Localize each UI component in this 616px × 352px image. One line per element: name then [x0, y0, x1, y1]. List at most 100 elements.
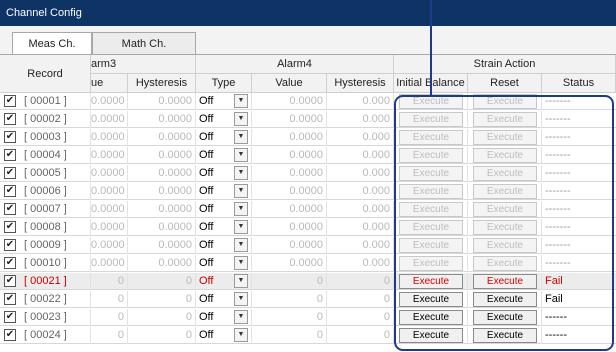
alarm4-hysteresis[interactable]: 0.000 — [327, 255, 394, 272]
alarm4-value[interactable]: 0 — [252, 291, 327, 308]
alarm3-value[interactable]: 0.0000 — [91, 237, 128, 254]
alarm3-hysteresis[interactable]: 0.0000 — [128, 111, 196, 128]
alarm3-hysteresis[interactable]: 0 — [128, 291, 196, 308]
initial-balance-execute-button[interactable]: Execute — [399, 148, 463, 163]
alarm3-hysteresis[interactable]: 0.0000 — [128, 201, 196, 218]
alarm4-hysteresis[interactable]: 0.000 — [327, 93, 394, 110]
record-checkbox[interactable]: ✔ — [4, 275, 16, 287]
alarm3-hysteresis[interactable]: 0.0000 — [128, 93, 196, 110]
record-checkbox[interactable]: ✔ — [4, 113, 16, 125]
record-checkbox[interactable]: ✔ — [4, 203, 16, 215]
alarm3-hysteresis[interactable]: 0.0000 — [128, 165, 196, 182]
alarm4-type-select[interactable]: Off ▼ — [196, 129, 252, 146]
header-initial-balance[interactable]: Initial Balance — [394, 74, 468, 93]
alarm4-hysteresis[interactable]: 0.000 — [327, 147, 394, 164]
alarm4-value[interactable]: 0.0000 — [252, 129, 327, 146]
alarm3-value[interactable]: 0.0000 — [91, 201, 128, 218]
alarm4-value[interactable]: 0.0000 — [252, 165, 327, 182]
record-checkbox[interactable]: ✔ — [4, 311, 16, 323]
alarm4-type-select[interactable]: Off ▼ — [196, 219, 252, 236]
alarm4-value[interactable]: 0 — [252, 273, 327, 290]
alarm4-value[interactable]: 0.0000 — [252, 237, 327, 254]
chevron-down-icon[interactable]: ▼ — [234, 184, 248, 198]
alarm4-value[interactable]: 0.0000 — [252, 201, 327, 218]
alarm3-hysteresis[interactable]: 0.0000 — [128, 255, 196, 272]
table-row[interactable]: ✔[ 00008 ] 0.0000 0.0000 Off ▼ 0.0000 0.000 Exe… — [0, 219, 616, 236]
record-checkbox[interactable]: ✔ — [4, 239, 16, 251]
alarm4-value[interactable]: 0.0000 — [252, 93, 327, 110]
chevron-down-icon[interactable]: ▼ — [234, 220, 248, 234]
initial-balance-execute-button[interactable]: Execute — [399, 328, 463, 343]
chevron-down-icon[interactable]: ▼ — [234, 130, 248, 144]
alarm3-value[interactable]: 0 — [91, 309, 128, 326]
alarm4-type-select[interactable]: Off ▼ — [196, 93, 252, 110]
initial-balance-execute-button[interactable]: Execute — [399, 292, 463, 307]
reset-execute-button[interactable]: Execute — [473, 292, 537, 307]
alarm4-type-select[interactable]: Off ▼ — [196, 147, 252, 164]
initial-balance-execute-button[interactable]: Execute — [399, 202, 463, 217]
alarm3-hysteresis[interactable]: 0 — [128, 327, 196, 344]
alarm4-type-select[interactable]: Off ▼ — [196, 273, 252, 290]
alarm3-value[interactable]: 0.0000 — [91, 219, 128, 236]
header-alarm3-value[interactable]: ue — [91, 74, 128, 93]
initial-balance-execute-button[interactable]: Execute — [399, 238, 463, 253]
reset-execute-button[interactable]: Execute — [473, 274, 537, 289]
alarm4-hysteresis[interactable]: 0.000 — [327, 165, 394, 182]
initial-balance-execute-button[interactable]: Execute — [399, 94, 463, 109]
chevron-down-icon[interactable]: ▼ — [234, 274, 248, 288]
alarm3-value[interactable]: 0.0000 — [91, 129, 128, 146]
alarm4-value[interactable]: 0.0000 — [252, 183, 327, 200]
reset-execute-button[interactable]: Execute — [473, 94, 537, 109]
alarm4-type-select[interactable]: Off ▼ — [196, 237, 252, 254]
chevron-down-icon[interactable]: ▼ — [234, 328, 248, 342]
alarm4-hysteresis[interactable]: 0.000 — [327, 183, 394, 200]
initial-balance-execute-button[interactable]: Execute — [399, 166, 463, 181]
record-checkbox[interactable]: ✔ — [4, 293, 16, 305]
alarm4-hysteresis[interactable]: 0 — [327, 273, 394, 290]
initial-balance-execute-button[interactable]: Execute — [399, 130, 463, 145]
reset-execute-button[interactable]: Execute — [473, 310, 537, 325]
alarm4-type-select[interactable]: Off ▼ — [196, 327, 252, 344]
table-row[interactable]: ✔[ 00022 ] 0 0 Off ▼ 0 0 Execute Execute Fail — [0, 291, 616, 308]
alarm4-value[interactable]: 0.0000 — [252, 111, 327, 128]
alarm3-value[interactable]: 0.0000 — [91, 255, 128, 272]
alarm3-hysteresis[interactable]: 0.0000 — [128, 147, 196, 164]
header-record[interactable]: Record — [0, 55, 91, 93]
alarm4-type-select[interactable]: Off ▼ — [196, 255, 252, 272]
alarm4-value[interactable]: 0 — [252, 309, 327, 326]
alarm3-value[interactable]: 0.0000 — [91, 183, 128, 200]
chevron-down-icon[interactable]: ▼ — [234, 292, 248, 306]
table-row[interactable]: ✔[ 00003 ] 0.0000 0.0000 Off ▼ 0.0000 0.000 Exe… — [0, 129, 616, 146]
alarm3-value[interactable]: 0 — [91, 291, 128, 308]
initial-balance-execute-button[interactable]: Execute — [399, 220, 463, 235]
reset-execute-button[interactable]: Execute — [473, 256, 537, 271]
alarm3-hysteresis[interactable]: 0 — [128, 273, 196, 290]
header-alarm4-value[interactable]: Value — [252, 74, 327, 93]
alarm4-type-select[interactable]: Off ▼ — [196, 291, 252, 308]
alarm3-hysteresis[interactable]: 0.0000 — [128, 183, 196, 200]
alarm4-hysteresis[interactable]: 0.000 — [327, 201, 394, 218]
header-status[interactable]: Status — [542, 74, 616, 93]
header-alarm4-hysteresis[interactable]: Hysteresis — [327, 74, 394, 93]
table-row[interactable]: ✔[ 00001 ] 0.0000 0.0000 Off ▼ 0.0000 0.000 Exe… — [0, 93, 616, 110]
alarm4-hysteresis[interactable]: 0 — [327, 291, 394, 308]
table-row[interactable]: ✔[ 00007 ] 0.0000 0.0000 Off ▼ 0.0000 0.000 Exe… — [0, 201, 616, 218]
alarm4-hysteresis[interactable]: 0 — [327, 327, 394, 344]
table-row[interactable]: ✔[ 00005 ] 0.0000 0.0000 Off ▼ 0.0000 0.000 Exe… — [0, 165, 616, 182]
record-checkbox[interactable]: ✔ — [4, 95, 16, 107]
table-row[interactable]: ✔[ 00010 ] 0.0000 0.0000 Off ▼ 0.0000 0.000 Exe… — [0, 255, 616, 272]
record-checkbox[interactable]: ✔ — [4, 257, 16, 269]
reset-execute-button[interactable]: Execute — [473, 202, 537, 217]
reset-execute-button[interactable]: Execute — [473, 184, 537, 199]
table-row[interactable]: ✔[ 00002 ] 0.0000 0.0000 Off ▼ 0.0000 0.000 Exe… — [0, 111, 616, 128]
alarm4-type-select[interactable]: Off ▼ — [196, 111, 252, 128]
chevron-down-icon[interactable]: ▼ — [234, 256, 248, 270]
tab-meas-ch[interactable]: Meas Ch. — [12, 32, 92, 56]
alarm3-hysteresis[interactable]: 0.0000 — [128, 129, 196, 146]
alarm3-value[interactable]: 0.0000 — [91, 165, 128, 182]
alarm4-value[interactable]: 0.0000 — [252, 255, 327, 272]
chevron-down-icon[interactable]: ▼ — [234, 94, 248, 108]
alarm3-value[interactable]: 0 — [91, 327, 128, 344]
table-row[interactable]: ✔[ 00023 ] 0 0 Off ▼ 0 0 Execute Execute ------ — [0, 309, 616, 326]
chevron-down-icon[interactable]: ▼ — [234, 310, 248, 324]
